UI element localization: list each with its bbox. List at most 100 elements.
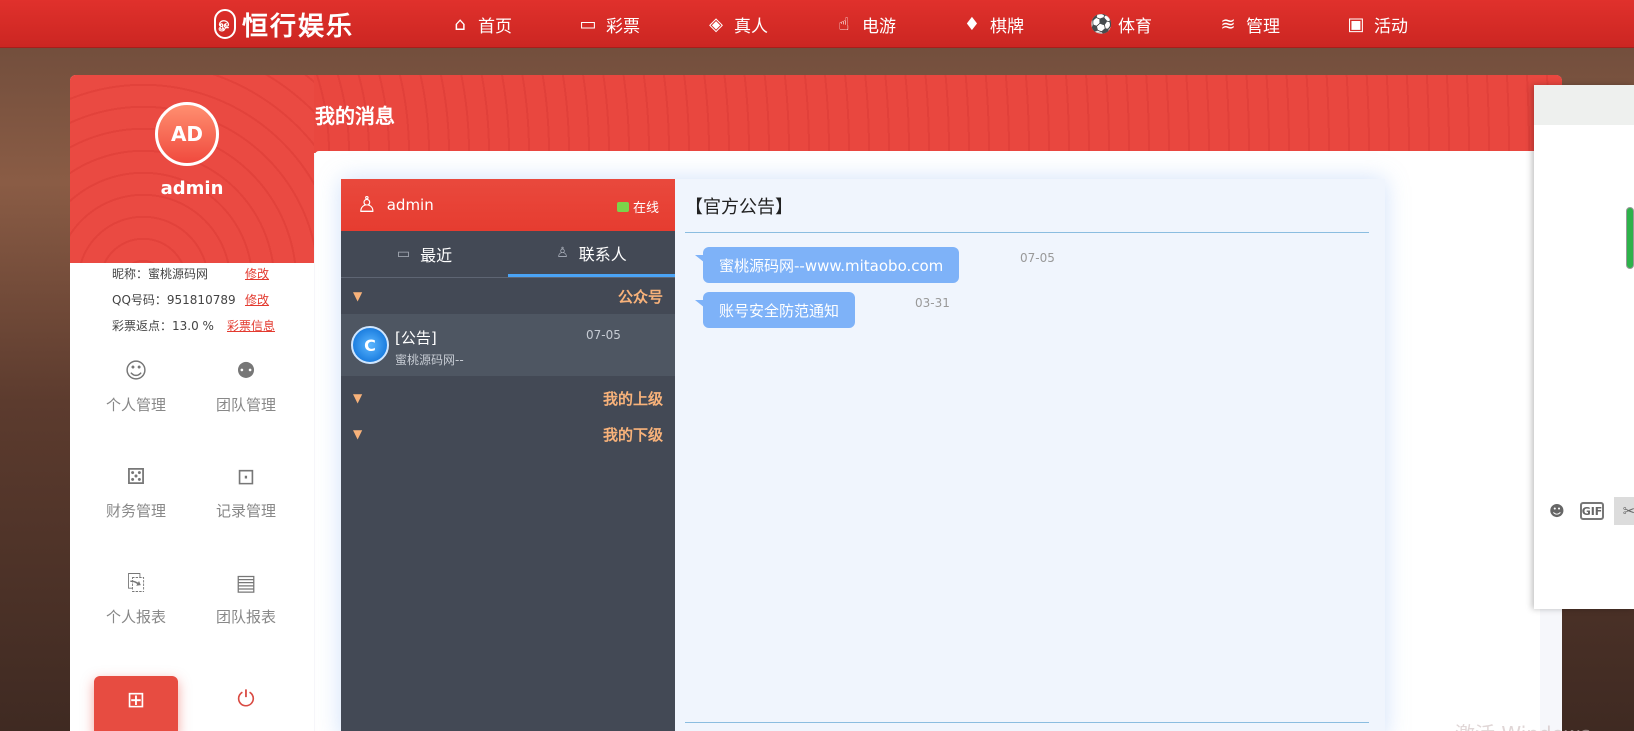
menu-team-manage[interactable]: ⚉ 团队管理 xyxy=(196,359,296,415)
menu-finance-manage[interactable]: ⚄ 财务管理 xyxy=(86,465,186,521)
home-icon: ⌂ xyxy=(454,13,466,35)
logo-mark-icon: ௐ xyxy=(214,9,236,39)
nav-label: 首页 xyxy=(478,16,512,37)
grid-icon: ⊞ xyxy=(126,688,146,713)
tab-label: 联系人 xyxy=(578,244,627,264)
rebate-label: 彩票返点：13.0 % xyxy=(112,319,214,333)
group-label: 公众号 xyxy=(617,287,663,306)
message-bubble[interactable]: 账号安全防范通知 xyxy=(694,292,856,328)
status-label: 在线 xyxy=(632,201,659,216)
contact-name: [公告] xyxy=(395,329,437,347)
nickname-label: 昵称：蜜桃源码网 xyxy=(112,267,209,281)
cards-icon: ♦ xyxy=(963,13,981,35)
menu-personal-manage[interactable]: ☺ 个人管理 xyxy=(86,359,186,415)
chat-header: ♙ admin 在线 xyxy=(341,179,675,231)
edit-qq-link[interactable]: 修改 xyxy=(245,291,269,308)
triangle-down-icon: ▼ xyxy=(353,289,363,303)
avatar[interactable]: AD xyxy=(155,102,219,166)
nav-item-home[interactable]: ⌂ 首页 xyxy=(450,0,578,48)
monitor-chart-icon: ▤ xyxy=(235,571,257,596)
chat-username: admin xyxy=(386,196,434,214)
popup-scrollbar[interactable] xyxy=(1626,207,1634,269)
lottery-info-link[interactable]: 彩票信息 xyxy=(227,317,275,334)
menu-label: 团队报表 xyxy=(215,608,276,626)
menu-message-center[interactable]: ⊞ xyxy=(94,676,178,731)
triangle-down-icon: ▼ xyxy=(353,427,363,441)
chat-icon: ▭ xyxy=(396,246,411,262)
contact-item-announcement[interactable]: C [公告] 蜜桃源码网-- 07-05 xyxy=(341,314,675,376)
triangle-down-icon: ▼ xyxy=(353,391,363,405)
page-title: 我的消息 xyxy=(315,104,395,128)
group-label: 我的下级 xyxy=(602,425,663,444)
watermark-text: 激活 Windows xyxy=(1455,718,1591,731)
menu-label: 团队管理 xyxy=(215,396,276,414)
menu-label: 个人报表 xyxy=(105,608,166,626)
nav-label: 电游 xyxy=(862,16,896,37)
nav-item-live[interactable]: ◈ 真人 xyxy=(706,0,834,48)
menu-team-report[interactable]: ▤ 团队报表 xyxy=(196,571,296,627)
tab-contacts[interactable]: ♙ 联系人 xyxy=(508,231,675,277)
group-my-superior[interactable]: ▼ 我的上级 xyxy=(341,380,675,416)
contact-icon: ♙ xyxy=(556,244,569,261)
chat-window: ♙ admin 在线 ▭ 最近 ♙ 联系人 ▼ 公众号 C [公告] 蜜桃源码网… xyxy=(341,179,1385,731)
menu-label: 个人管理 xyxy=(105,396,166,414)
user-profile-header: AD admin xyxy=(70,75,314,263)
menu-logout[interactable]: ⏻ xyxy=(196,687,296,722)
nav-item-sports[interactable]: ⚽ 体育 xyxy=(1090,0,1218,48)
menu-label: 记录管理 xyxy=(215,502,276,520)
edit-nickname-link[interactable]: 修改 xyxy=(245,265,269,282)
nav-label: 真人 xyxy=(734,16,768,37)
menu-personal-report[interactable]: ⎘ 个人报表 xyxy=(86,571,186,627)
nickname-row: 昵称：蜜桃源码网 修改 xyxy=(112,265,269,282)
top-nav-bar: ௐ 恒行娱乐 ⌂ 首页 ▭ 彩票 ◈ 真人 ☝ 电游 ♦ 棋牌 ⚽ 体育 ≋ 管理 ▣ 活动 xyxy=(0,0,1634,48)
dice-icon: ⚄ xyxy=(126,465,146,490)
tab-label: 最近 xyxy=(420,246,453,265)
nav-item-activity[interactable]: ▣ 活动 xyxy=(1346,0,1474,48)
nav-label: 管理 xyxy=(1246,16,1280,37)
smile-icon[interactable]: ☻ xyxy=(1544,498,1570,524)
nav-label: 活动 xyxy=(1374,16,1408,37)
ticket-icon: ▭ xyxy=(579,13,597,35)
scissors-icon[interactable]: ✂ xyxy=(1614,497,1634,525)
report-icon: ⎘ xyxy=(127,571,145,596)
message-date: 07-05 xyxy=(1020,251,1055,265)
casino-icon: ◈ xyxy=(709,13,723,35)
rebate-row: 彩票返点：13.0 % 彩票信息 xyxy=(112,317,275,334)
logo[interactable]: ௐ 恒行娱乐 xyxy=(214,8,355,42)
online-status[interactable]: 在线 xyxy=(616,197,659,216)
menu-record-manage[interactable]: ⊡ 记录管理 xyxy=(196,465,296,521)
group-public-accounts[interactable]: ▼ 公众号 xyxy=(341,278,675,314)
chat-tabs: ▭ 最近 ♙ 联系人 xyxy=(341,231,675,278)
message-panel-title: 【官方公告】 xyxy=(685,197,793,218)
popup-toolbar: ☻ GIF ✂ xyxy=(1544,497,1634,525)
title-divider xyxy=(685,232,1369,233)
layers-icon: ≋ xyxy=(1220,13,1236,35)
username: admin xyxy=(160,178,224,199)
user-sidebar: AD admin 昵称：蜜桃源码网 修改 QQ号码：951810789 修改 彩… xyxy=(70,75,314,731)
contact-date: 07-05 xyxy=(586,328,621,342)
qq-row: QQ号码：951810789 修改 xyxy=(112,291,269,308)
main-container: AD admin 昵称：蜜桃源码网 修改 QQ号码：951810789 修改 彩… xyxy=(70,75,1562,731)
menu-label: 财务管理 xyxy=(105,502,166,520)
contact-avatar: C xyxy=(351,326,389,364)
nav-label: 彩票 xyxy=(606,16,640,37)
group-my-subordinates[interactable]: ▼ 我的下级 xyxy=(341,416,675,452)
logo-text: 恒行娱乐 xyxy=(242,11,355,42)
nav-item-egame[interactable]: ☝ 电游 xyxy=(834,0,962,48)
user-icon: ♙ xyxy=(357,192,377,218)
nav-item-manage[interactable]: ≋ 管理 xyxy=(1218,0,1346,48)
nav-item-lottery[interactable]: ▭ 彩票 xyxy=(578,0,706,48)
message-date: 03-31 xyxy=(915,296,950,310)
monitor-status-icon xyxy=(616,201,629,212)
popup-title-bar xyxy=(1534,85,1634,125)
message-panel: 【官方公告】 蜜桃源码网--www.mitaobo.com 07-05 账号安全… xyxy=(675,179,1385,731)
message-bubble[interactable]: 蜜桃源码网--www.mitaobo.com xyxy=(694,247,960,283)
tab-recent[interactable]: ▭ 最近 xyxy=(341,231,508,277)
contact-list-panel: ♙ admin 在线 ▭ 最近 ♙ 联系人 ▼ 公众号 C [公告] 蜜桃源码网… xyxy=(341,179,675,731)
input-divider xyxy=(685,722,1369,723)
nav-label: 体育 xyxy=(1118,16,1152,37)
gif-icon[interactable]: GIF xyxy=(1580,502,1604,520)
nav-label: 棋牌 xyxy=(990,16,1024,37)
group-label: 我的上级 xyxy=(602,389,663,408)
nav-item-chess[interactable]: ♦ 棋牌 xyxy=(962,0,1090,48)
